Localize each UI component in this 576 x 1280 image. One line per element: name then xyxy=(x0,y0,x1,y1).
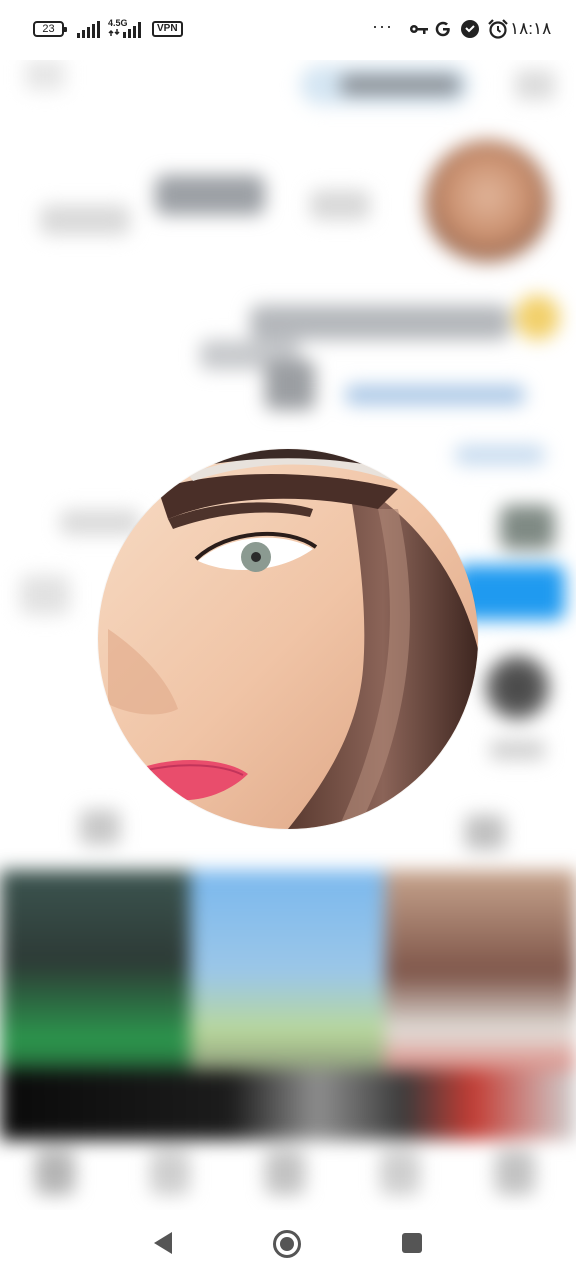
blurred-bottom-nav-2 xyxy=(150,1150,190,1195)
blurred-emoji xyxy=(515,295,560,340)
blurred-back-button xyxy=(25,60,65,90)
blurred-tab-grid-icon xyxy=(80,810,120,845)
profile-photo xyxy=(98,449,478,829)
blurred-tab-tag-icon xyxy=(465,815,505,850)
blurred-post-1 xyxy=(0,870,190,1100)
blurred-menu xyxy=(515,70,555,100)
recents-icon[interactable] xyxy=(401,1232,423,1254)
key-icon xyxy=(410,25,428,34)
blurred-bio-line-1 xyxy=(250,305,510,340)
blurred-bottom-nav-1 xyxy=(35,1150,75,1195)
blurred-bio-line-3 xyxy=(265,360,315,410)
battery-indicator: 23 xyxy=(33,21,67,37)
status-bar: 23 4.5G VPN ··· ۱۸:۱۸ xyxy=(0,0,576,60)
signal-2-icon xyxy=(108,22,141,38)
clock: ۱۸:۱۸ xyxy=(510,19,552,38)
alarm-icon xyxy=(488,19,508,39)
blurred-link xyxy=(345,385,525,405)
home-icon[interactable] xyxy=(272,1229,302,1259)
system-nav-bar xyxy=(0,1210,576,1280)
blurred-bottom-nav-5 xyxy=(495,1150,535,1195)
blurred-stat-2 xyxy=(40,205,130,235)
blurred-stat-1 xyxy=(155,175,265,215)
google-icon xyxy=(435,21,450,37)
blurred-row-thumb xyxy=(500,505,555,550)
blurred-post-strip xyxy=(0,1070,576,1140)
vpn-badge: VPN xyxy=(152,21,183,37)
blurred-header-text xyxy=(340,75,460,95)
blurred-avatar xyxy=(425,140,550,265)
blurred-stat-3 xyxy=(310,190,370,220)
shield-icon xyxy=(461,20,479,38)
more-icon: ··· xyxy=(372,16,393,36)
profile-photo-popup[interactable] xyxy=(98,449,478,829)
blurred-post-3 xyxy=(385,870,576,1100)
blurred-message-button xyxy=(20,575,70,615)
blurred-bottom-nav-3 xyxy=(265,1150,305,1195)
blurred-highlight-label xyxy=(490,740,545,760)
blurred-highlight xyxy=(480,650,555,725)
signal-icon xyxy=(77,21,100,38)
blurred-post-2 xyxy=(190,870,385,1100)
blurred-bottom-nav-4 xyxy=(380,1150,420,1195)
back-icon[interactable] xyxy=(152,1230,174,1256)
blurred-link-2 xyxy=(455,445,545,465)
blurred-row-text xyxy=(60,510,140,535)
